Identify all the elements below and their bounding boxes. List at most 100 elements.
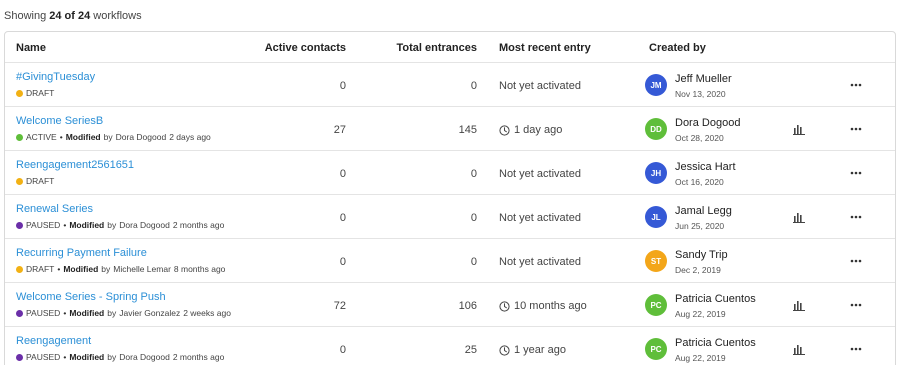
most-recent-entry-value: 1 year ago: [514, 344, 566, 356]
table-row[interactable]: Welcome SeriesB ACTIVE • Modified by Dora Dog…: [5, 107, 895, 151]
status-label: DRAFT: [26, 88, 55, 98]
modified-when: 2 months ago: [172, 220, 225, 230]
modified-when: 8 months ago: [173, 264, 226, 274]
total-entrances-value: 106: [458, 300, 477, 312]
status-separator: •: [63, 308, 67, 318]
most-recent-entry-value: 10 months ago: [514, 300, 587, 312]
most-recent-entry: Not yet activated: [499, 256, 581, 268]
status-label: DRAFT: [26, 176, 55, 186]
avatar-initials: PC: [650, 344, 662, 354]
workflow-name-link[interactable]: Welcome Series - Spring Push: [16, 291, 166, 303]
bar-chart-icon[interactable]: [793, 343, 805, 355]
active-contacts-value: 72: [333, 300, 346, 312]
most-recent-entry: Not yet activated: [499, 80, 581, 92]
active-contacts-value: 27: [333, 124, 346, 136]
clock-icon: [499, 124, 510, 136]
modified-label: Modified: [69, 352, 105, 362]
workflow-name-link[interactable]: Reengagement2561651: [16, 159, 134, 171]
modified-by-prefix: by: [107, 220, 117, 230]
most-recent-entry-value: Not yet activated: [499, 256, 581, 268]
modified-by-prefix: by: [101, 264, 111, 274]
status-separator: •: [63, 220, 67, 230]
bar-chart-icon[interactable]: [793, 211, 805, 223]
modified-label: Modified: [63, 264, 99, 274]
workflow-name-link[interactable]: Renewal Series: [16, 203, 93, 215]
active-contacts-value: 0: [339, 212, 346, 224]
bar-chart-icon[interactable]: [793, 299, 805, 311]
summary-count: 24 of 24: [49, 10, 91, 22]
more-options-icon[interactable]: [850, 83, 862, 87]
modified-by-prefix: by: [103, 132, 113, 142]
status-dot: [16, 221, 23, 229]
table-row[interactable]: Recurring Payment Failure DRAFT • Modified b…: [5, 239, 895, 283]
most-recent-entry: 1 day ago: [499, 124, 562, 136]
avatar-initials: JM: [650, 80, 662, 90]
column-header-created-by[interactable]: Created by: [649, 42, 706, 54]
most-recent-entry-value: 1 day ago: [514, 124, 563, 136]
created-date: Oct 16, 2020: [675, 177, 724, 187]
modified-when: 2 days ago: [169, 132, 211, 142]
column-header-most-recent-entry[interactable]: Most recent entry: [499, 42, 591, 54]
created-date: Dec 2, 2019: [675, 265, 721, 275]
workflow-status: PAUSED • Modified by Dora Dogood 2 months ago: [16, 352, 224, 362]
more-options-icon[interactable]: [850, 259, 862, 263]
modified-label: Modified: [69, 308, 105, 318]
status-separator: •: [57, 264, 61, 274]
modified-by-name: Dora Dogood: [119, 220, 170, 230]
workflow-status: DRAFT • Modified by Michelle Lemar 8 months a…: [16, 264, 225, 274]
workflow-status: PAUSED • Modified by Dora Dogood 2 months ago: [16, 220, 224, 230]
workflow-status: ACTIVE • Modified by Dora Dogood 2 days ago: [16, 132, 211, 142]
workflow-status: DRAFT: [16, 176, 54, 186]
status-dot: [16, 353, 23, 361]
avatar: PC: [645, 338, 667, 360]
column-header-total-entrances[interactable]: Total entrances: [397, 42, 478, 54]
workflow-name-link[interactable]: Welcome SeriesB: [16, 115, 103, 127]
creator-name: Patricia Cuentos: [675, 337, 756, 349]
total-entrances-value: 25: [464, 344, 477, 356]
creator-name: Sandy Trip: [675, 249, 728, 261]
created-date: Oct 28, 2020: [675, 133, 724, 143]
avatar-initials: ST: [650, 256, 662, 266]
workflow-name-link[interactable]: Reengagement: [16, 335, 91, 347]
table-row[interactable]: #GivingTuesday DRAFT 0 0 Not yet activated JM…: [5, 63, 895, 107]
status-label: PAUSED: [26, 220, 61, 230]
summary-prefix: Showing: [4, 10, 47, 22]
creator-name: Jamal Legg: [675, 205, 732, 217]
total-entrances-value: 0: [470, 212, 477, 224]
table-header: Name Active contacts Total entrances Mos…: [5, 32, 895, 63]
workflow-name-link[interactable]: Recurring Payment Failure: [16, 247, 147, 259]
modified-by-name: Michelle Lemar: [113, 264, 171, 274]
avatar-initials: PC: [650, 300, 662, 310]
status-dot: [16, 89, 23, 97]
total-entrances-value: 0: [470, 80, 477, 92]
clock-icon: [499, 344, 510, 356]
status-label: PAUSED: [26, 352, 61, 362]
status-dot: [16, 265, 23, 273]
table-row[interactable]: Renewal Series PAUSED • Modified by Dora Dogo…: [5, 195, 895, 239]
more-options-icon[interactable]: [850, 347, 862, 351]
most-recent-entry-value: Not yet activated: [499, 168, 581, 180]
table-row[interactable]: Welcome Series - Spring Push PAUSED • Modif…: [5, 283, 895, 327]
more-options-icon[interactable]: [850, 215, 862, 219]
avatar: ST: [645, 250, 667, 272]
workflow-name-link[interactable]: #GivingTuesday: [16, 71, 95, 83]
avatar-initials: DD: [650, 124, 662, 134]
most-recent-entry: Not yet activated: [499, 212, 581, 224]
more-options-icon[interactable]: [850, 303, 862, 307]
table-row[interactable]: Reengagement PAUSED • Modified by Dora Dogood…: [5, 327, 895, 365]
workflow-status: DRAFT: [16, 88, 54, 98]
summary-suffix: workflows: [93, 10, 142, 22]
modified-label: Modified: [65, 132, 101, 142]
more-options-icon[interactable]: [850, 171, 862, 175]
modified-by-name: Javier Gonzalez: [119, 308, 181, 318]
table-row[interactable]: Reengagement2561651 DRAFT 0 0 Not yet activa…: [5, 151, 895, 195]
creator-name: Dora Dogood: [675, 117, 741, 129]
column-header-name[interactable]: Name: [16, 42, 46, 54]
bar-chart-icon[interactable]: [793, 123, 805, 135]
more-options-icon[interactable]: [850, 127, 862, 131]
modified-by-prefix: by: [107, 352, 117, 362]
modified-by-name: Dora Dogood: [115, 132, 167, 142]
status-label: ACTIVE: [26, 132, 57, 142]
created-date: Aug 22, 2019: [675, 353, 726, 363]
column-header-active-contacts[interactable]: Active contacts: [265, 42, 346, 54]
